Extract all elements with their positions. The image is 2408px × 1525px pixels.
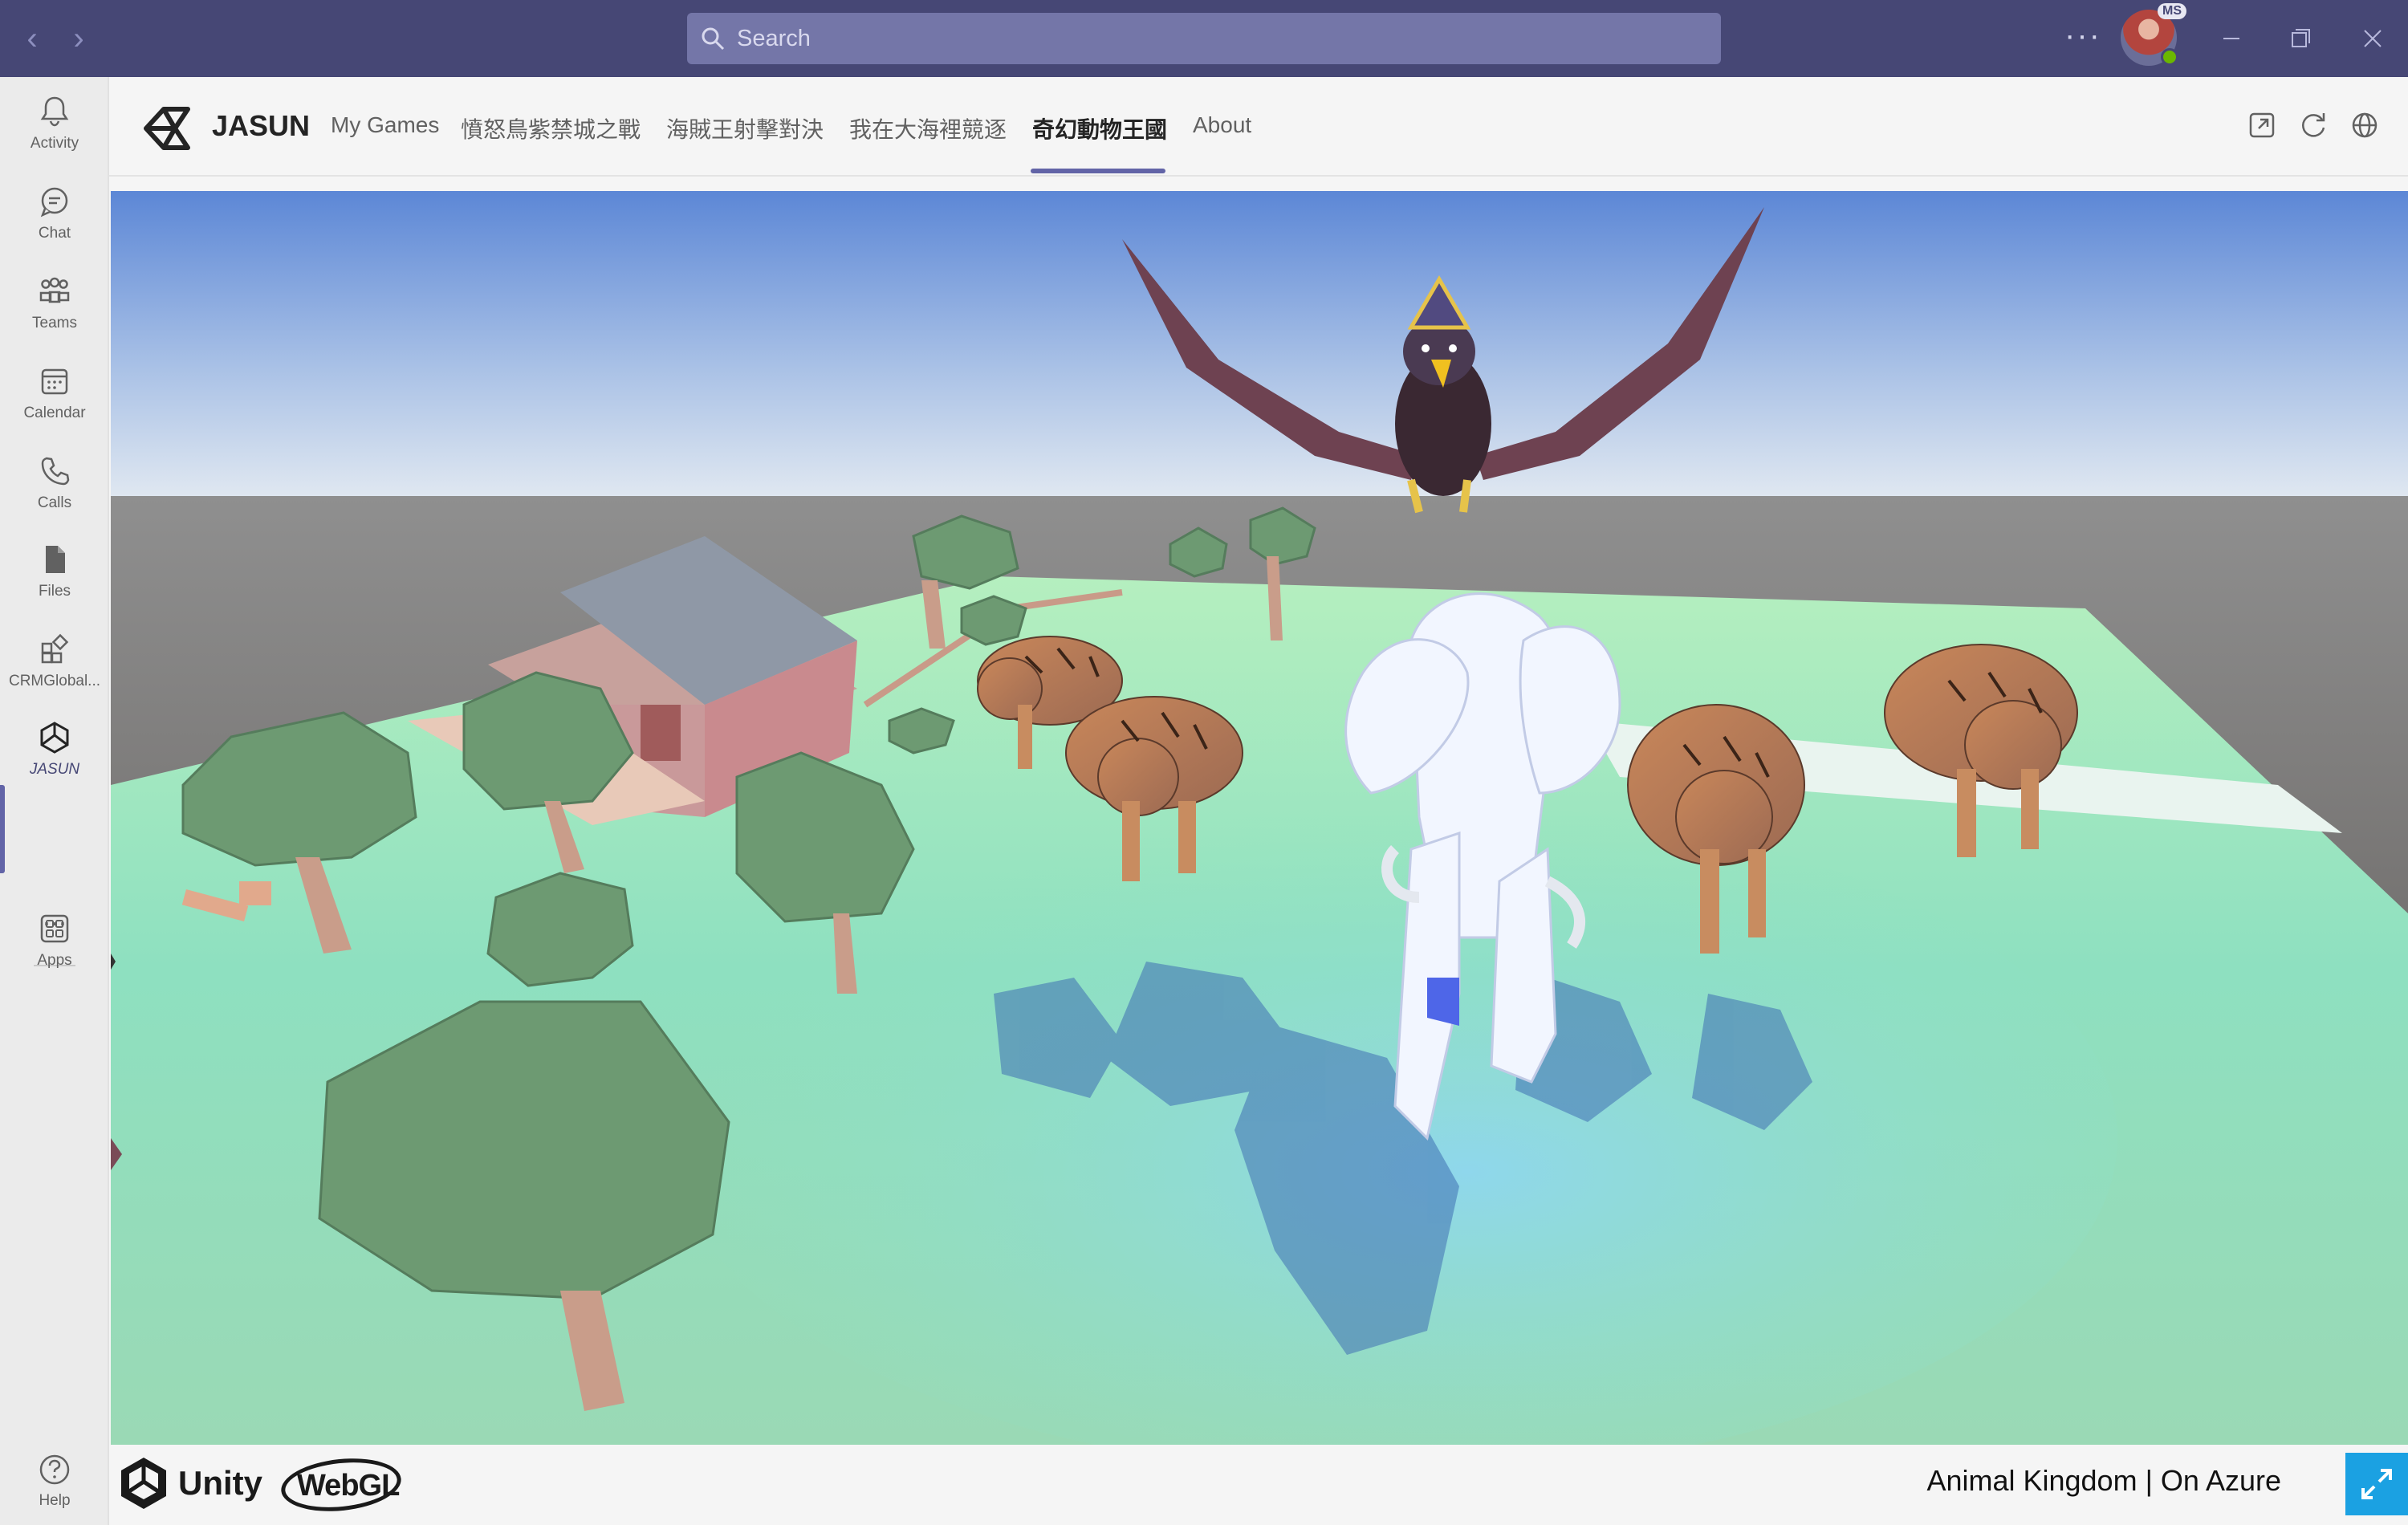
help-label: Help <box>39 1492 71 1509</box>
tab-about[interactable]: About <box>1193 112 1251 138</box>
chat-icon <box>40 187 68 218</box>
rail-item-apps[interactable]: Apps <box>0 910 109 990</box>
rail-item-chat[interactable]: Chat <box>0 183 109 263</box>
phone-icon <box>41 457 70 486</box>
app-grid-plus-icon <box>41 633 69 664</box>
tab-ocean-race[interactable]: 我在大海裡競逐 <box>849 112 1007 144</box>
rail-item-calls[interactable]: Calls <box>0 453 109 533</box>
tab-animal-kingdom[interactable]: 奇幻動物王國 <box>1032 112 1167 144</box>
fullscreen-button[interactable] <box>2345 1453 2408 1515</box>
unity-cube-icon <box>121 1458 166 1509</box>
presence-available-icon <box>2161 48 2178 66</box>
avatar-badge: MS <box>2158 3 2186 19</box>
rail-item-calendar[interactable]: Calendar <box>0 363 109 443</box>
minimize-button[interactable] <box>2212 19 2251 58</box>
search-placeholder: Search <box>737 25 811 51</box>
active-tab-indicator <box>1031 169 1165 173</box>
rail-item-activity[interactable]: Activity <box>0 93 109 173</box>
tab-angry-birds[interactable]: 憤怒鳥紫禁城之戰 <box>461 112 641 144</box>
help-button[interactable]: Help <box>0 1451 109 1510</box>
rail-item-label: Calls <box>37 494 72 511</box>
teams-icon <box>39 277 70 303</box>
tab-pirate-shooter[interactable]: 海賊王射擊對決 <box>666 112 824 144</box>
close-button[interactable] <box>2353 19 2392 58</box>
rail-item-label: JASUN <box>29 761 80 778</box>
globe-icon <box>2352 112 2377 138</box>
rail-item-label: Apps <box>37 952 72 969</box>
game-scene <box>111 191 2408 1445</box>
rail-item-teams[interactable]: Teams <box>0 273 109 353</box>
rail-item-label: Chat <box>38 225 71 242</box>
rail-item-files[interactable]: Files <box>0 541 109 621</box>
tab-my-games[interactable]: My Games <box>331 112 439 138</box>
app-header: JASUN My Games 憤怒鳥紫禁城之戰 海賊王射擊對決 我在大海裡競逐 … <box>109 77 2408 177</box>
unity-icon <box>40 722 69 754</box>
rail-item-label: Teams <box>32 315 77 331</box>
unity-logo-icon <box>144 107 190 150</box>
refresh-icon <box>2302 113 2325 137</box>
popout-button[interactable] <box>2244 108 2280 143</box>
more-options-icon[interactable]: ··· <box>2064 18 2101 54</box>
rail-item-label: CRMGlobal... <box>8 673 101 689</box>
help-icon <box>39 1454 70 1485</box>
website-button[interactable] <box>2347 108 2382 143</box>
app-title: JASUN <box>212 109 311 142</box>
bell-icon <box>40 96 69 127</box>
search-icon <box>702 27 725 51</box>
file-icon <box>46 546 65 573</box>
user-avatar[interactable]: MS <box>2121 3 2186 66</box>
maximize-button[interactable] <box>2281 19 2320 58</box>
rail-item-label: Activity <box>30 135 79 152</box>
minimize-icon <box>2223 38 2239 39</box>
close-icon <box>2364 30 2382 47</box>
refresh-button[interactable] <box>2296 108 2331 143</box>
unity-brand-text: Unity <box>178 1464 262 1502</box>
left-rail: Activity Chat Teams Calendar Calls Files… <box>0 77 109 1525</box>
popout-icon <box>2249 112 2275 138</box>
rail-item-label: Calendar <box>23 405 86 421</box>
unity-game-canvas[interactable] <box>111 191 2408 1445</box>
search-input[interactable]: Search <box>687 13 1721 64</box>
forward-arrow-icon[interactable]: › <box>61 21 96 56</box>
calendar-icon <box>41 368 68 395</box>
apps-grid-icon <box>40 914 69 943</box>
rail-item-label: Files <box>38 583 71 600</box>
rail-item-jasun[interactable]: JASUN <box>0 719 109 799</box>
restore-icon <box>2292 29 2310 47</box>
title-bar: ‹ › Search ··· MS <box>0 0 2408 77</box>
game-title: Animal Kingdom | On Azure <box>1926 1464 2281 1497</box>
back-arrow-icon[interactable]: ‹ <box>14 21 50 56</box>
webgl-brand-text: WebGL <box>297 1469 400 1503</box>
rail-item-crmglobal[interactable]: CRMGlobal... <box>0 631 109 711</box>
fullscreen-icon <box>2361 1469 2392 1499</box>
player-footer: Unity WebGL Animal Kingdom | On Azure <box>109 1445 2408 1525</box>
